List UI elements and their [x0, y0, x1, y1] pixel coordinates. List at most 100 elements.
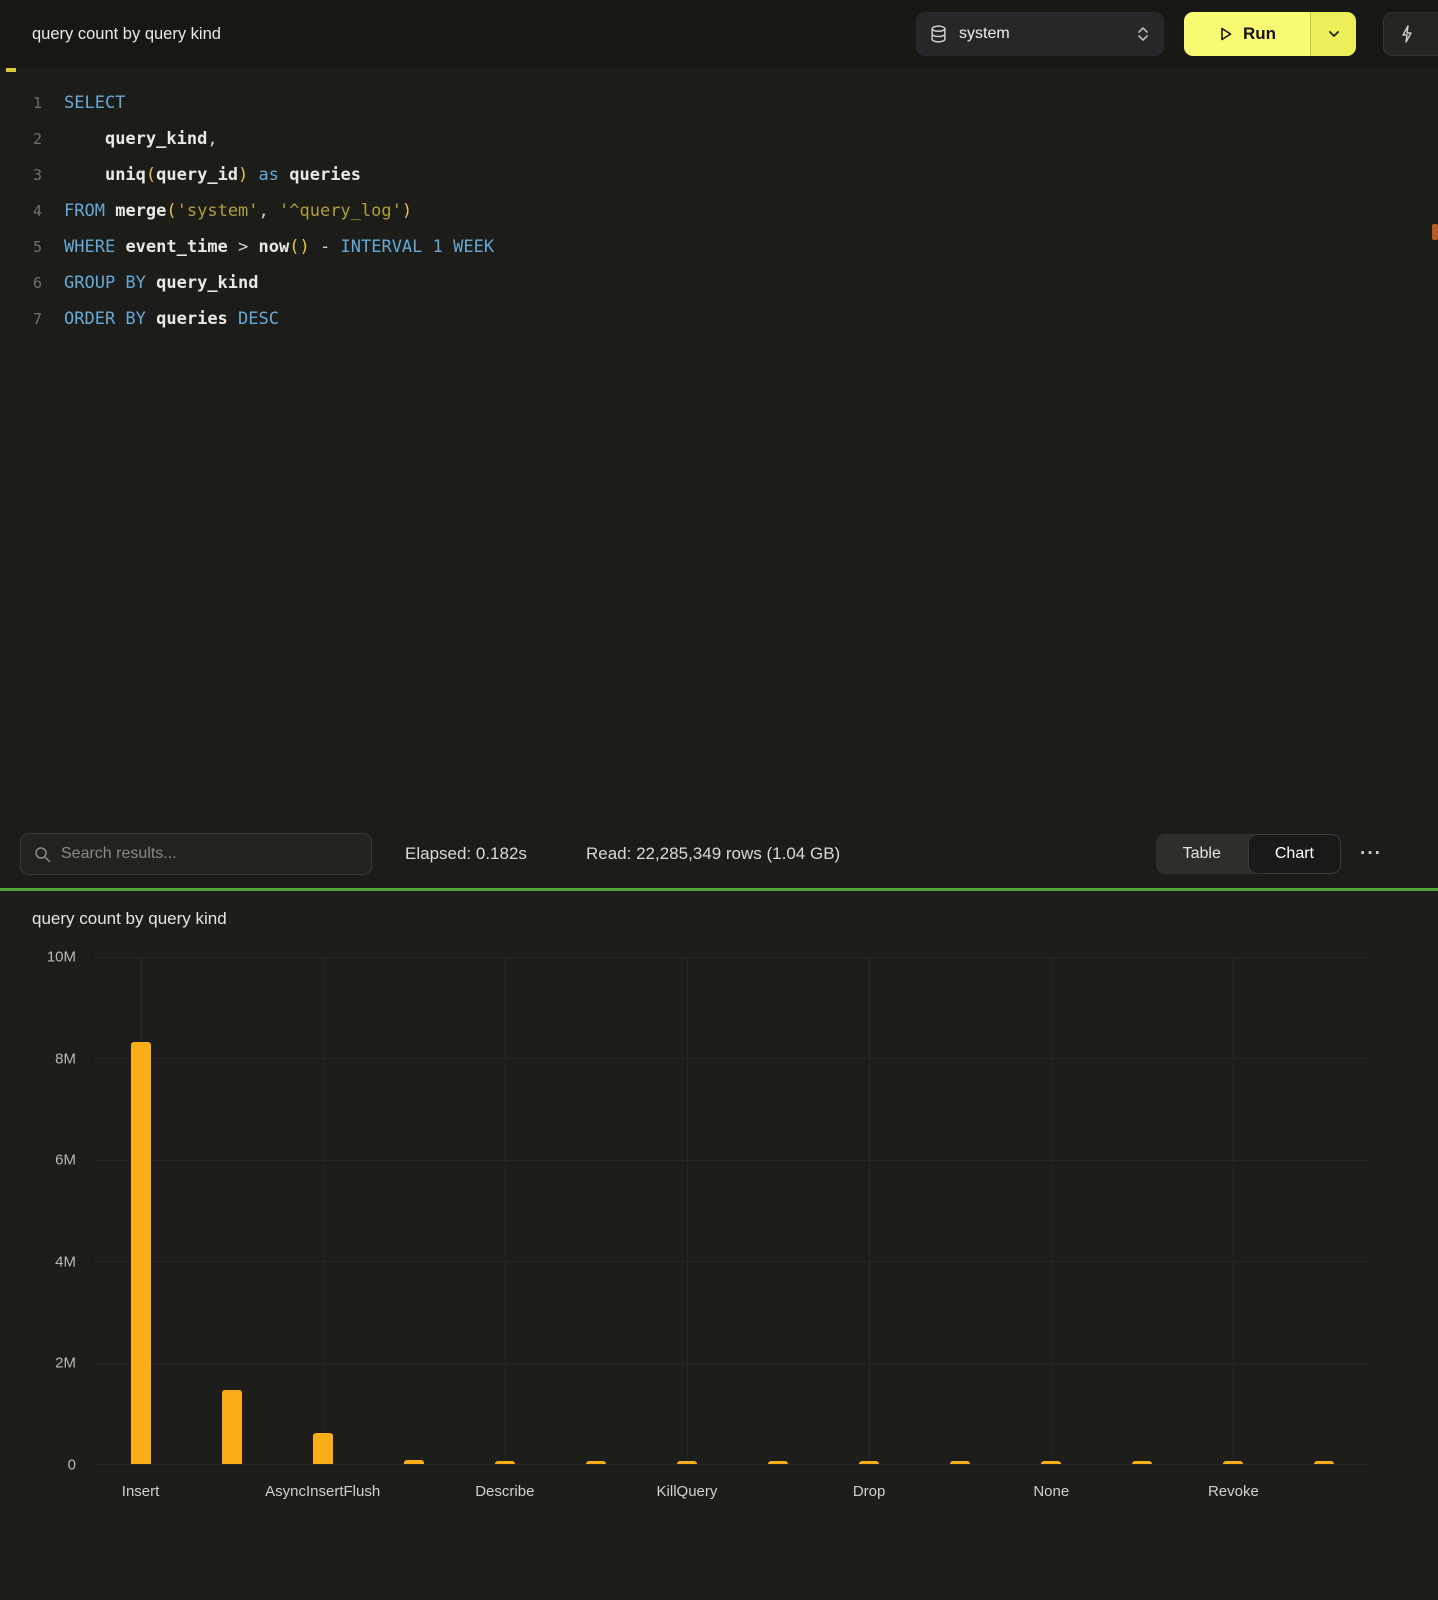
code-token	[105, 201, 115, 221]
editor-cursor-mark	[6, 68, 16, 72]
gridline-vertical	[323, 957, 324, 1464]
line-number: 4	[0, 193, 42, 229]
header: query count by query kind system Run	[0, 0, 1438, 68]
code-token: query_kind	[105, 129, 207, 149]
line-number: 5	[0, 229, 42, 265]
gridline-horizontal	[95, 1261, 1370, 1262]
y-tick-label: 4M	[55, 1253, 76, 1270]
code-token: ,	[259, 201, 279, 221]
y-tick-label: 6M	[55, 1152, 76, 1169]
bar-Drop	[859, 1461, 879, 1464]
code-token: INTERVAL	[341, 237, 423, 257]
bar-item-13	[1314, 1461, 1334, 1464]
x-tick-label: Drop	[853, 1483, 886, 1500]
elapsed-stat: Elapsed: 0.182s	[405, 820, 527, 888]
code-token: 1	[433, 237, 443, 257]
code-token	[248, 165, 258, 185]
code-token: query_id	[156, 165, 238, 185]
code-token	[64, 165, 105, 185]
chart-title: query count by query kind	[32, 909, 227, 929]
code-token	[228, 237, 238, 257]
database-selector[interactable]: system	[916, 12, 1164, 56]
y-axis: 10M8M6M4M2M0	[0, 957, 80, 1465]
gridline-vertical	[505, 957, 506, 1464]
code-token: ORDER BY	[64, 309, 146, 329]
code-token: uniq	[105, 165, 146, 185]
sql-editor[interactable]: 1SELECT2 query_kind,3 uniq(query_id) as …	[0, 68, 1438, 820]
code-token: )	[300, 237, 310, 257]
gridline-vertical	[869, 957, 870, 1464]
run-options-button[interactable]	[1310, 12, 1356, 56]
database-icon	[930, 25, 947, 43]
side-action-button[interactable]	[1383, 12, 1438, 56]
y-tick-label: 0	[68, 1457, 76, 1474]
gridline-horizontal	[95, 1464, 1370, 1465]
code-lines: 1SELECT2 query_kind,3 uniq(query_id) as …	[0, 85, 1438, 337]
gridline-vertical	[1233, 957, 1234, 1464]
play-icon	[1218, 26, 1233, 42]
search-box[interactable]	[20, 833, 372, 875]
code-token: GROUP BY	[64, 273, 146, 293]
y-tick-label: 8M	[55, 1050, 76, 1067]
page-title: query count by query kind	[32, 0, 221, 68]
x-tick-label: Describe	[475, 1483, 534, 1500]
chevron-down-icon	[1327, 27, 1341, 41]
chart-panel: query count by query kind 10M8M6M4M2M0 I…	[0, 891, 1438, 1600]
code-token: SELECT	[64, 93, 125, 113]
line-number: 1	[0, 85, 42, 121]
code-token: (	[289, 237, 299, 257]
code-token	[279, 165, 289, 185]
gridline-vertical	[1051, 957, 1052, 1464]
code-token: DESC	[238, 309, 279, 329]
code-token: query_kind	[156, 273, 258, 293]
x-tick-label: Insert	[122, 1483, 160, 1500]
code-token: )	[402, 201, 412, 221]
line-number: 7	[0, 301, 42, 337]
y-tick-label: 2M	[55, 1355, 76, 1372]
search-input[interactable]	[61, 845, 358, 863]
code-token	[146, 273, 156, 293]
bar-Insert	[131, 1042, 151, 1464]
tab-table[interactable]: Table	[1156, 834, 1248, 874]
x-tick-label: Revoke	[1208, 1483, 1259, 1500]
code-token	[115, 237, 125, 257]
bar-AsyncInsertFlush	[313, 1433, 333, 1464]
bar-Revoke	[1223, 1461, 1243, 1464]
code-line: 2 query_kind,	[0, 121, 1438, 157]
chevron-up-down-icon	[1136, 25, 1150, 43]
code-token: (	[146, 165, 156, 185]
bar-KillQuery	[677, 1461, 697, 1464]
code-token: -	[320, 237, 330, 257]
code-token: merge	[115, 201, 166, 221]
run-button[interactable]: Run	[1184, 12, 1356, 56]
x-tick-label: AsyncInsertFlush	[265, 1483, 380, 1500]
bar-item-7	[768, 1461, 788, 1464]
code-token	[330, 237, 340, 257]
code-token	[310, 237, 320, 257]
run-label: Run	[1243, 24, 1276, 44]
code-token: event_time	[125, 237, 227, 257]
code-token: '^query_log'	[279, 201, 402, 221]
bar-item-11	[1132, 1461, 1152, 1464]
code-token	[228, 309, 238, 329]
code-token: as	[259, 165, 279, 185]
scrollbar-annotation	[1432, 224, 1438, 240]
read-stat: Read: 22,285,349 rows (1.04 GB)	[586, 820, 840, 888]
code-token: )	[238, 165, 248, 185]
more-menu-button[interactable]: ···	[1356, 820, 1386, 888]
x-tick-label: KillQuery	[657, 1483, 718, 1500]
run-main-button[interactable]: Run	[1184, 12, 1310, 56]
code-token: queries	[156, 309, 228, 329]
bar-item-3	[404, 1460, 424, 1464]
code-token	[64, 129, 105, 149]
bar-Describe	[495, 1461, 515, 1464]
code-token: FROM	[64, 201, 105, 221]
line-number: 2	[0, 121, 42, 157]
database-value: system	[959, 25, 1124, 43]
gridline-horizontal	[95, 1160, 1370, 1161]
bar-item-1	[222, 1390, 242, 1464]
code-token	[248, 237, 258, 257]
tab-chart[interactable]: Chart	[1248, 834, 1341, 874]
code-token	[422, 237, 432, 257]
code-token: queries	[289, 165, 361, 185]
